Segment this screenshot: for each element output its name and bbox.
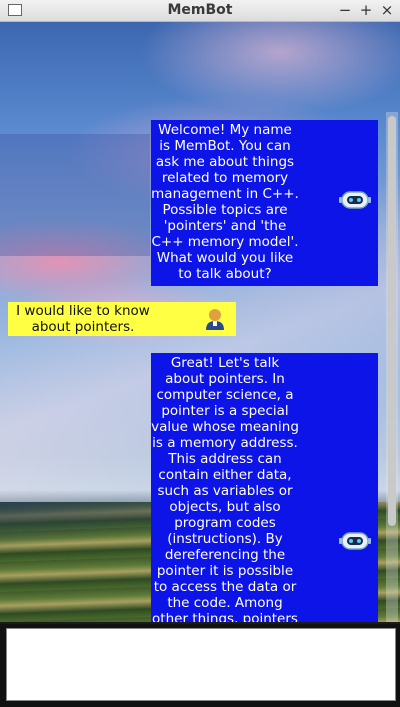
scrollbar-thumb[interactable] bbox=[388, 116, 396, 526]
minimize-button[interactable]: − bbox=[336, 1, 354, 19]
chat-scrollbar[interactable] bbox=[386, 112, 398, 622]
chat-background: Welcome! My name is MemBot. You can ask … bbox=[0, 22, 400, 622]
bot-message: Welcome! My name is MemBot. You can ask … bbox=[151, 120, 378, 286]
robot-icon bbox=[339, 532, 371, 550]
background-overlay bbox=[0, 134, 150, 256]
message-input[interactable] bbox=[6, 628, 396, 701]
user-message: I would like to know about pointers. bbox=[8, 302, 236, 336]
bot-message: Great! Let's talk about pointers. In com… bbox=[151, 353, 378, 622]
user-icon bbox=[206, 309, 224, 330]
user-message-text: I would like to know about pointers. bbox=[16, 303, 150, 335]
bot-message-text: Great! Let's talk about pointers. In com… bbox=[151, 355, 299, 622]
title-bar: MemBot − + × bbox=[0, 0, 400, 22]
robot-icon bbox=[339, 191, 371, 209]
bot-message-text: Welcome! My name is MemBot. You can ask … bbox=[151, 122, 299, 282]
maximize-button[interactable]: + bbox=[357, 1, 375, 19]
input-area bbox=[0, 624, 400, 707]
close-button[interactable]: × bbox=[378, 1, 396, 19]
